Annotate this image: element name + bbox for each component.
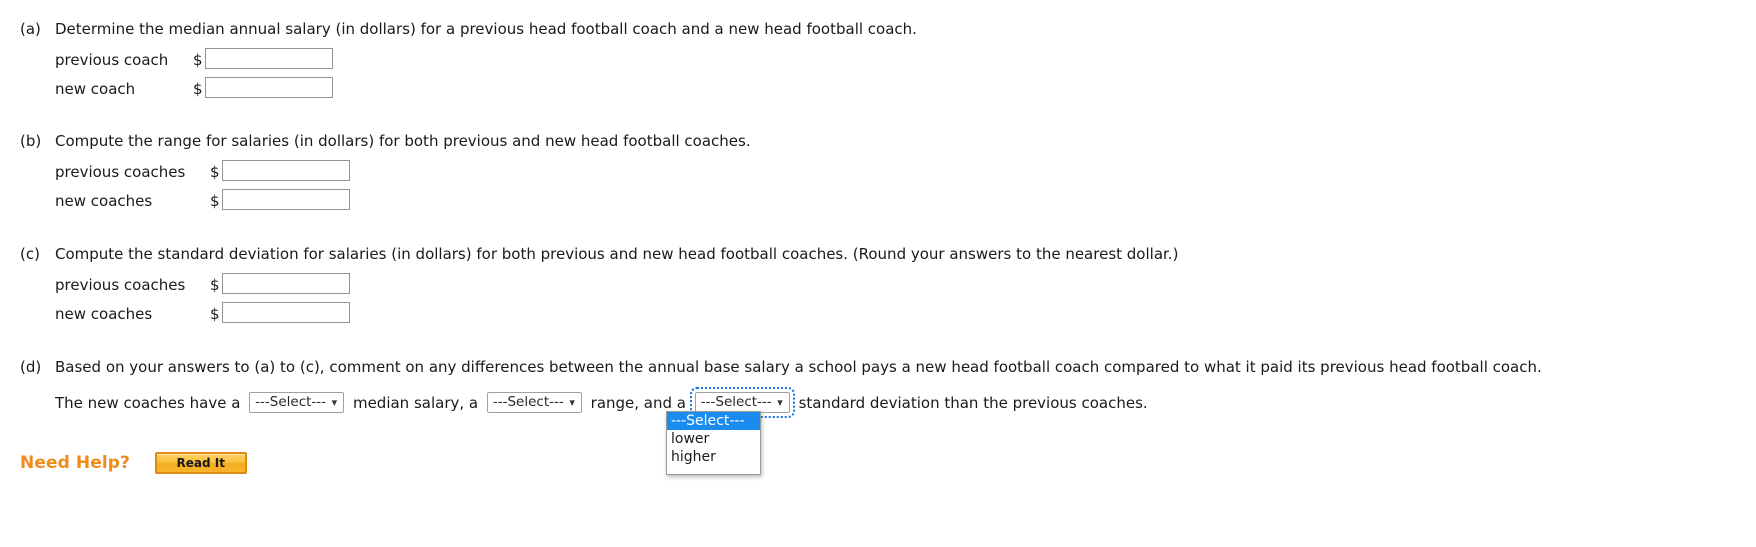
part-d-letter: (d) xyxy=(20,358,42,376)
dropdown-option-select[interactable]: ---Select--- xyxy=(667,412,760,430)
sentence-fragment-2: median salary, a xyxy=(352,393,479,412)
answer-label: previous coaches xyxy=(55,163,186,181)
dropdown-option-higher[interactable]: higher xyxy=(667,448,760,466)
part-c-prompt: Compute the standard deviation for salar… xyxy=(55,245,1179,263)
chevron-down-icon: ▾ xyxy=(777,396,783,409)
median-comparison-select[interactable]: ---Select--- ▾ xyxy=(249,392,345,413)
answer-label: previous coaches xyxy=(55,276,186,294)
new-coaches-stdev-input[interactable] xyxy=(222,302,350,323)
stdev-comparison-select-value: ---Select--- xyxy=(700,394,772,410)
median-comparison-select-value: ---Select--- xyxy=(255,394,327,410)
part-d-prompt: Based on your answers to (a) to (c), com… xyxy=(55,358,1542,376)
currency-symbol: $ xyxy=(193,51,203,69)
sentence-fragment-1: The new coaches have a xyxy=(55,393,241,412)
dropdown-option-lower[interactable]: lower xyxy=(667,430,760,448)
currency-symbol: $ xyxy=(193,80,203,98)
range-comparison-select[interactable]: ---Select--- ▾ xyxy=(486,392,582,413)
previous-coaches-range-input[interactable] xyxy=(222,160,350,181)
currency-symbol: $ xyxy=(210,163,220,181)
read-it-button[interactable]: Read It xyxy=(154,452,247,474)
need-help-block: Need Help? Read It xyxy=(20,452,247,480)
currency-symbol: $ xyxy=(210,192,220,210)
stdev-comparison-dropdown-list[interactable]: ---Select--- lower higher xyxy=(666,411,761,475)
currency-symbol: $ xyxy=(210,305,220,323)
part-a-prompt: Determine the median annual salary (in d… xyxy=(55,20,917,38)
part-c-letter: (c) xyxy=(20,245,40,263)
previous-coach-median-input[interactable] xyxy=(205,48,333,69)
conclusion-sentence: The new coaches have a ---Select--- ▾ me… xyxy=(55,387,1148,418)
answer-label: new coaches xyxy=(55,192,153,210)
currency-symbol: $ xyxy=(210,276,220,294)
part-b-letter: (b) xyxy=(20,132,42,150)
chevron-down-icon: ▾ xyxy=(331,396,338,409)
part-a-letter: (a) xyxy=(20,20,41,38)
new-coach-median-input[interactable] xyxy=(205,77,333,98)
answer-label: previous coach xyxy=(55,51,169,69)
part-b-prompt: Compute the range for salaries (in dolla… xyxy=(55,132,751,150)
need-help-label: Need Help? xyxy=(20,453,130,473)
answer-label: new coach xyxy=(55,80,136,98)
new-coaches-range-input[interactable] xyxy=(222,189,350,210)
sentence-fragment-4: standard deviation than the previous coa… xyxy=(798,393,1148,412)
answer-label: new coaches xyxy=(55,305,153,323)
stdev-comparison-select[interactable]: ---Select--- ▾ xyxy=(689,387,795,418)
previous-coaches-stdev-input[interactable] xyxy=(222,273,350,294)
range-comparison-select-value: ---Select--- xyxy=(492,394,564,410)
chevron-down-icon: ▾ xyxy=(569,396,575,409)
